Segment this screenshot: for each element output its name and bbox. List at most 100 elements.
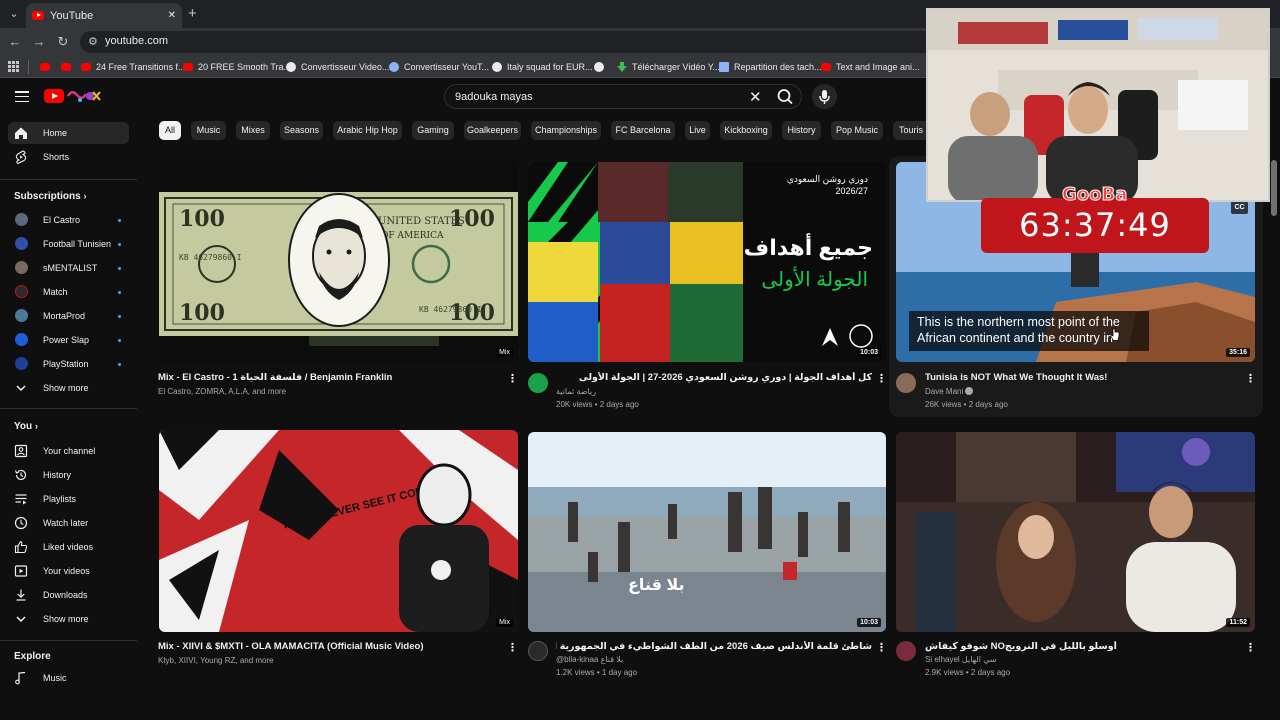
clear-search-icon[interactable]: ✕: [749, 88, 762, 106]
sidebar-item-home[interactable]: Home: [8, 122, 129, 144]
channel-avatar[interactable]: [896, 641, 916, 661]
sidebar-item-football-tunisien[interactable]: Football Tunisien: [8, 233, 129, 255]
chip-fc-barcelona[interactable]: FC Barcelona: [611, 121, 675, 140]
more-options-icon[interactable]: ⋮: [1245, 642, 1256, 654]
subscriptions-heading[interactable]: Subscriptions ›: [14, 191, 86, 202]
sidebar-item-your-channel[interactable]: Your channel: [8, 440, 129, 462]
bookmark-item[interactable]: Repartition des tach...: [719, 60, 822, 74]
chip-goalkeepers[interactable]: Goalkeepers: [464, 121, 521, 140]
video-stats: 20K views • 2 days ago: [556, 400, 639, 409]
channel-avatar[interactable]: [528, 641, 548, 661]
chip-arabic-hip-hop[interactable]: Arabic Hip Hop: [333, 121, 402, 140]
chip-music[interactable]: Music: [191, 121, 226, 140]
sidebar-item-match[interactable]: Match: [8, 281, 129, 303]
chip-mixes[interactable]: Mixes: [236, 121, 270, 140]
video-thumbnail[interactable]: دوري روشن السعودي 2026/27 جميع أهداف الج…: [528, 162, 886, 362]
chip-kickboxing[interactable]: Kickboxing: [720, 121, 772, 140]
voice-search-button[interactable]: [812, 84, 837, 109]
sidebar-item-your-videos[interactable]: Your videos: [8, 560, 129, 582]
channel-avatar[interactable]: [896, 373, 916, 393]
more-options-icon[interactable]: ⋮: [876, 642, 887, 654]
search-icon[interactable]: [772, 85, 798, 108]
sidebar-item-music[interactable]: Music: [8, 667, 129, 689]
apps-grid-icon[interactable]: [8, 61, 19, 72]
video-thumbnail[interactable]: 11:52: [896, 432, 1255, 632]
video-title[interactable]: Mix - El Castro - 1 فلسفة الحياة / Benja…: [158, 372, 498, 383]
sidebar-item-liked-videos[interactable]: Liked videos: [8, 536, 129, 558]
page-scrollbar[interactable]: [1271, 160, 1277, 216]
more-options-icon[interactable]: ⋮: [507, 642, 518, 654]
search-input[interactable]: 9adouka mayas: [455, 91, 533, 103]
chip-all[interactable]: All: [159, 121, 181, 140]
new-tab-icon[interactable]: +: [188, 5, 197, 22]
sidebar-item-downloads[interactable]: Downloads: [8, 584, 129, 606]
sidebar-show-more-2[interactable]: Show more: [8, 608, 129, 630]
doodle-logo[interactable]: [66, 88, 102, 104]
chip-tourism[interactable]: Touris: [893, 121, 929, 140]
tab-search-chevron-icon[interactable]: ⌄: [6, 6, 22, 22]
video-title[interactable]: Tunisia is NOT What We Thought It Was!: [925, 372, 1241, 383]
address-bar[interactable]: ⚙ youtube.com: [80, 31, 940, 53]
sidebar-item-smentalist[interactable]: sMENTALIST: [8, 257, 129, 279]
video-title[interactable]: شاطئ قلمة الأندلس صيف 2026 من الطف الشوا…: [556, 641, 872, 652]
video-channels[interactable]: El Castro, ZOMRA, A.L.A, and more: [158, 387, 286, 396]
captions-icon[interactable]: CC: [1231, 201, 1248, 214]
video-title[interactable]: شوفو كيفاش NOأوسلو بالليل في النرويج: [925, 641, 1241, 652]
browser-tab[interactable]: YouTube ✕: [26, 3, 182, 28]
sidebar-item-history[interactable]: History: [8, 464, 129, 486]
bookmark-item[interactable]: Télécharger Vidéo Y...: [617, 60, 720, 74]
more-options-icon[interactable]: ⋮: [507, 373, 518, 385]
chip-pop-music[interactable]: Pop Music: [831, 121, 883, 140]
video-channel[interactable]: Si elhayel سي الهايل: [925, 655, 997, 664]
new-content-dot: [118, 219, 121, 222]
bookmark-item[interactable]: [594, 60, 609, 74]
bookmark-item[interactable]: [40, 60, 55, 74]
chip-championships[interactable]: Championships: [531, 121, 601, 140]
forward-icon[interactable]: →: [31, 34, 47, 50]
timer-text: 63:37:49: [1019, 206, 1171, 244]
video-title[interactable]: Mix - XIIVI & $MXTI - OLA MAMACITA (Offi…: [158, 641, 498, 652]
video-channel[interactable]: رياضة ثمانية: [556, 387, 596, 396]
more-options-icon[interactable]: ⋮: [1245, 373, 1256, 385]
search-box[interactable]: 9adouka mayas ✕: [444, 84, 802, 109]
more-options-icon[interactable]: ⋮: [876, 373, 887, 385]
sidebar-item-watch-later[interactable]: Watch later: [8, 512, 129, 534]
you-heading[interactable]: You ›: [14, 421, 38, 432]
mic-icon: [819, 90, 830, 104]
chip-history[interactable]: History: [782, 121, 821, 140]
video-channel[interactable]: Dave Mani: [925, 387, 974, 396]
video-channels[interactable]: Ktyb, XIIVI, Young RZ, and more: [158, 656, 274, 665]
video-thumbnail[interactable]: YOU'LL NEVER SEE IT COMING Mix: [159, 430, 518, 632]
site-info-icon[interactable]: ⚙: [88, 35, 98, 48]
back-icon[interactable]: ←: [7, 34, 23, 50]
history-icon: [14, 469, 27, 481]
bookmark-item[interactable]: Convertisseur Video...: [286, 60, 389, 74]
sidebar-item-playlists[interactable]: Playlists: [8, 488, 129, 510]
sidebar-item-el-castro[interactable]: El Castro: [8, 209, 129, 231]
sidebar-show-more[interactable]: Show more: [8, 377, 129, 399]
bookmark-item[interactable]: 20 FREE Smooth Tra...: [183, 60, 291, 74]
video-channel[interactable]: @bila-kinaa بلا قناع: [556, 655, 623, 664]
video-thumbnail[interactable]: 100 100 100 100 UNITED STATES OF AMERICA…: [159, 160, 518, 362]
bookmark-item[interactable]: Text and Image ani...: [821, 60, 920, 74]
video-thumbnail[interactable]: بلا قناع 10:03: [528, 432, 886, 632]
menu-icon[interactable]: [15, 91, 29, 102]
video-title[interactable]: كل أهداف الجولة | دوري روشن السعودي 2026…: [556, 372, 872, 383]
sidebar-item-mortaprod[interactable]: MortaProd: [8, 305, 129, 327]
reload-icon[interactable]: ↻: [55, 34, 71, 50]
globe-icon: [389, 62, 399, 72]
tab-title: YouTube: [50, 9, 94, 22]
sidebar-item-power-slap[interactable]: Power Slap: [8, 329, 129, 351]
chip-live[interactable]: Live: [685, 121, 710, 140]
bookmark-item[interactable]: 24 Free Transitions f...: [81, 60, 186, 74]
chip-seasons[interactable]: Seasons: [280, 121, 323, 140]
channel-avatar[interactable]: [528, 373, 548, 393]
youtube-logo-icon[interactable]: [44, 89, 64, 103]
bookmark-item[interactable]: Convertisseur YouT...: [389, 60, 489, 74]
bookmark-item[interactable]: Italy squad for EUR...: [492, 60, 593, 74]
tab-close-icon[interactable]: ✕: [168, 10, 176, 21]
sidebar-item-playstation[interactable]: PlayStation: [8, 353, 129, 375]
sidebar-item-shorts[interactable]: Shorts: [8, 146, 129, 168]
bookmark-item[interactable]: [61, 60, 76, 74]
chip-gaming[interactable]: Gaming: [412, 121, 454, 140]
